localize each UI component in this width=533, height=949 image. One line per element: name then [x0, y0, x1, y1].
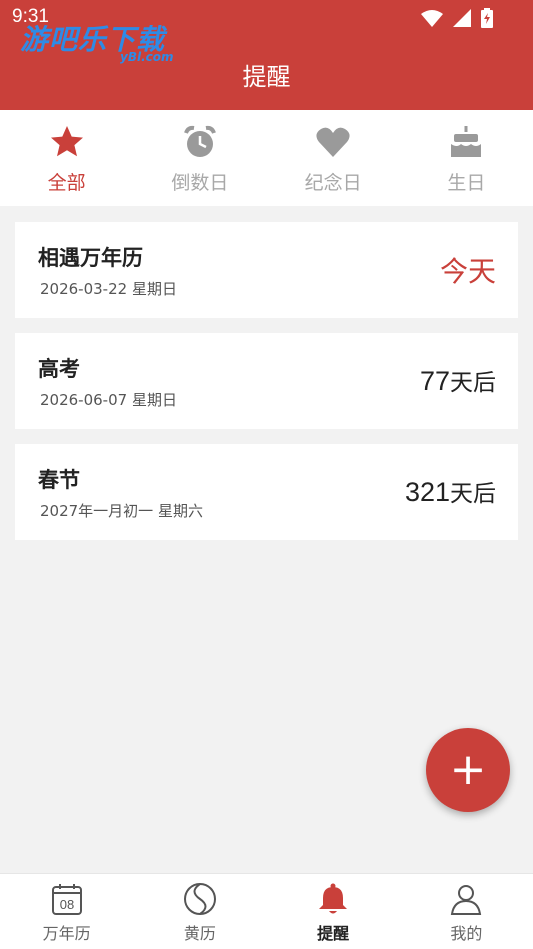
wifi-icon: [421, 10, 443, 27]
reminder-card[interactable]: 相遇万年历 2026-03-22 星期日 今天: [15, 222, 518, 318]
reminder-title: 高考: [38, 357, 80, 381]
reminder-status: 今天: [439, 255, 496, 288]
nav-label: 万年历: [42, 924, 91, 943]
reminder-countdown: 321天后: [405, 474, 496, 508]
days-unit: 天后: [450, 370, 496, 396]
status-icons: [421, 8, 493, 28]
nav-label: 黄历: [183, 924, 216, 943]
reminder-date: 2026-03-22 星期日: [40, 280, 177, 298]
calendar-icon: 08: [51, 884, 82, 915]
reminder-title: 相遇万年历: [38, 246, 143, 270]
tab-anniversary[interactable]: 纪念日: [267, 110, 400, 206]
tab-label: 纪念日: [304, 172, 362, 194]
alarm-clock-icon: [183, 125, 216, 157]
app-header: 9:31 游吧乐下载 yBl.com 提醒: [0, 0, 533, 110]
bottom-nav: 08 万年历 黄历 提醒 我的: [0, 873, 533, 949]
person-icon: [451, 885, 482, 915]
tab-label: 全部: [47, 172, 86, 194]
nav-label: 提醒: [317, 924, 350, 943]
tab-label: 生日: [447, 172, 486, 194]
category-tabs: 全部 倒数日 纪念日 生日: [0, 110, 533, 206]
yin-yang-icon: [183, 883, 216, 915]
tab-all[interactable]: 全部: [0, 110, 133, 206]
reminder-date: 2026-06-07 星期日: [40, 391, 177, 409]
page-title: 提醒: [242, 63, 291, 91]
calendar-icon-day: 08: [59, 897, 73, 912]
reminder-date: 2027年一月初一 星期六: [40, 502, 203, 520]
reminder-card[interactable]: 春节 2027年一月初一 星期六 321天后: [15, 444, 518, 540]
add-reminder-button[interactable]: +: [426, 728, 510, 812]
cake-icon: [451, 126, 482, 157]
nav-item-calendar[interactable]: 08 万年历: [0, 874, 133, 949]
days-unit: 天后: [450, 481, 496, 507]
nav-item-reminder[interactable]: 提醒: [267, 874, 400, 949]
signal-icon: [453, 9, 471, 27]
reminder-card[interactable]: 高考 2026-06-07 星期日 77天后: [15, 333, 518, 429]
heart-icon: [316, 127, 350, 157]
tab-birthday[interactable]: 生日: [400, 110, 533, 206]
nav-item-profile[interactable]: 我的: [400, 874, 533, 949]
battery-icon: [481, 8, 493, 28]
tab-countdown[interactable]: 倒数日: [133, 110, 266, 206]
bell-icon: [319, 883, 348, 914]
nav-label: 我的: [450, 924, 483, 943]
tab-label: 倒数日: [171, 172, 229, 194]
days-count: 77: [419, 366, 450, 396]
days-count: 321: [404, 477, 450, 507]
reminder-countdown: 77天后: [420, 363, 496, 397]
star-icon: [50, 126, 83, 157]
nav-item-almanac[interactable]: 黄历: [133, 874, 266, 949]
reminder-title: 春节: [38, 468, 80, 492]
